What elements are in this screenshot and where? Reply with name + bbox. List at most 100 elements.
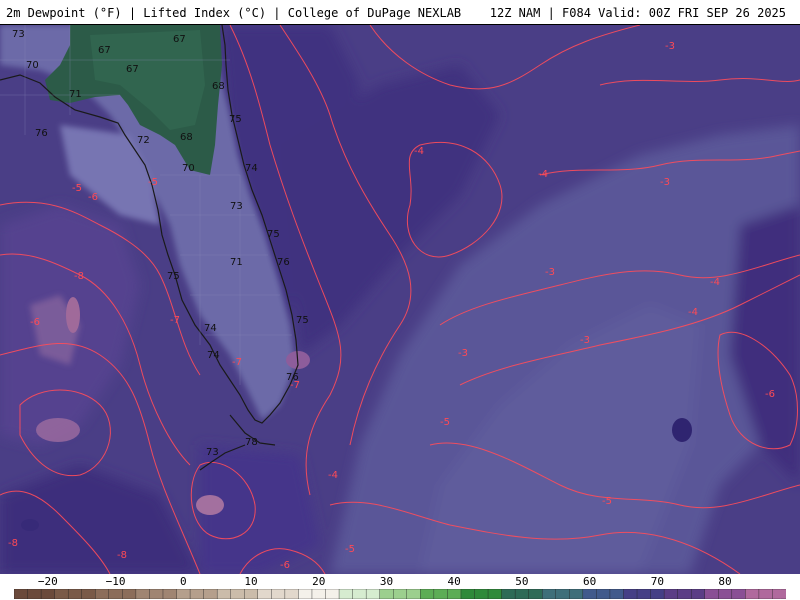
- colorbar-segment: [95, 589, 110, 599]
- lifted-index-label: -5: [440, 417, 450, 428]
- colorbar-segment: [298, 589, 313, 599]
- colorbar-segment: [528, 589, 543, 599]
- lifted-index-label: -4: [688, 307, 698, 318]
- colorbar-tick-label: 40: [447, 575, 461, 588]
- dewpoint-label: 67: [173, 34, 186, 45]
- dewpoint-label: 72: [137, 135, 150, 146]
- header-bar: 2m Dewpoint (°F) | Lifted Index (°C) | C…: [0, 0, 800, 25]
- colorbar-segment: [582, 589, 598, 599]
- dewpoint-label: 68: [180, 132, 193, 143]
- colorbar-segment: [636, 589, 652, 599]
- lifted-index-label: -7: [170, 315, 180, 326]
- lifted-index-label: -8: [117, 550, 127, 561]
- colorbar-segment: [677, 589, 692, 599]
- dewpoint-label: 73: [206, 447, 219, 458]
- colorbar-segment: [203, 589, 218, 599]
- colorbar-segment: [257, 589, 273, 599]
- lifted-index-label: -3: [665, 41, 675, 52]
- lifted-index-label: -5: [72, 183, 82, 194]
- lifted-index-label: -7: [232, 357, 242, 368]
- colorbar-segment: [758, 589, 774, 599]
- dewpoint-label: 71: [69, 89, 82, 100]
- dewpoint-label: 75: [229, 114, 242, 125]
- lifted-index-label: -7: [290, 380, 300, 391]
- colorbar-tick-labels: −20 −10 0 10 20 30 40 50 60 70 80: [0, 575, 800, 588]
- lifted-index-label: -3: [458, 348, 468, 359]
- dewpoint-label: 78: [245, 437, 258, 448]
- colorbar-tick-label: −20: [37, 575, 58, 588]
- colorbar-segment: [162, 589, 178, 599]
- lifted-index-label: -3: [580, 335, 590, 346]
- lifted-index-label: -3: [660, 177, 670, 188]
- lifted-index-label: -3: [545, 267, 555, 278]
- dewpoint-label: 73: [230, 201, 243, 212]
- colorbar-segment: [704, 589, 719, 599]
- colorbar-segment: [135, 589, 151, 599]
- lifted-index-label: -5: [602, 496, 612, 507]
- colorbar-segment: [54, 589, 69, 599]
- colorbar-segment: [460, 589, 476, 599]
- colorbar-tick-label: 60: [582, 575, 597, 588]
- colorbar-segment: [406, 589, 422, 599]
- colorbar-tick-label: 50: [515, 575, 529, 588]
- colorbar-segment: [596, 589, 611, 599]
- colorbar-segment: [609, 589, 625, 599]
- colorbar-tick-label: 0: [179, 575, 187, 588]
- dewpoint-label: 71: [230, 257, 243, 268]
- colorbar-segment: [338, 589, 354, 599]
- colorbar-segment: [663, 589, 679, 599]
- dewpoint-label: 75: [167, 271, 180, 282]
- colorbar-segment: [393, 589, 408, 599]
- colorbar-segment: [27, 589, 42, 599]
- colorbar-tick-label: −10: [105, 575, 126, 588]
- colorbar-segment: [244, 589, 259, 599]
- lifted-index-label: -4: [538, 169, 548, 180]
- colorbar-segment: [311, 589, 327, 599]
- colorbar-segment: [555, 589, 570, 599]
- dewpoint-label: 70: [26, 60, 39, 71]
- dewpoint-label: 67: [98, 45, 111, 56]
- lifted-index-label: -6: [280, 560, 290, 571]
- colorbar-segment: [271, 589, 286, 599]
- colorbar-segment: [650, 589, 665, 599]
- dewpoint-label: 76: [35, 128, 48, 139]
- model-run-info: 12Z NAM | F084 Valid: 00Z FRI SEP 26 202…: [489, 6, 786, 20]
- lifted-index-label: -4: [328, 470, 338, 481]
- dewpoint-colorbar: −20 −10 0 10 20 30 40 50 60 70 80: [0, 574, 800, 600]
- colorbar-tick-label: 10: [244, 575, 258, 588]
- dewpoint-label: 74: [204, 323, 217, 334]
- colorbar-segment: [176, 589, 191, 599]
- colorbar-segment: [474, 589, 489, 599]
- colorbar-segment: [718, 589, 733, 599]
- colorbar-segment: [230, 589, 245, 599]
- colorbar-tick-label: 80: [718, 575, 732, 588]
- lifted-index-label: -5: [148, 177, 158, 188]
- colorbar-segment: [108, 589, 124, 599]
- colorbar-segment: [731, 589, 747, 599]
- lifted-index-label: -8: [74, 271, 84, 282]
- colorbar-segment: [501, 589, 516, 599]
- colorbar-segment: [487, 589, 503, 599]
- colorbar-segment: [122, 589, 137, 599]
- lifted-index-label: -5: [345, 544, 355, 555]
- dewpoint-label: 74: [207, 350, 220, 361]
- dewpoint-label: 70: [182, 163, 195, 174]
- colorbar-segment: [325, 589, 340, 599]
- dewpoint-label: 74: [245, 163, 258, 174]
- colorbar-segment: [514, 589, 530, 599]
- colorbar-segment: [447, 589, 462, 599]
- colorbar-segment: [216, 589, 232, 599]
- colorbar-segment: [379, 589, 394, 599]
- colorbar-segment: [365, 589, 381, 599]
- lifted-index-label: -6: [30, 317, 40, 328]
- colorbar-segment: [690, 589, 706, 599]
- colorbar-segment: [745, 589, 760, 599]
- dewpoint-label: 68: [212, 81, 225, 92]
- colorbar-segment: [569, 589, 584, 599]
- colorbar-segment: [542, 589, 557, 599]
- dewpoint-label: 67: [126, 64, 139, 75]
- dewpoint-label: 75: [267, 229, 280, 240]
- dewpoint-label: 69: [78, 25, 91, 26]
- lifted-index-label: -6: [88, 192, 98, 203]
- colorbar-segment: [189, 589, 205, 599]
